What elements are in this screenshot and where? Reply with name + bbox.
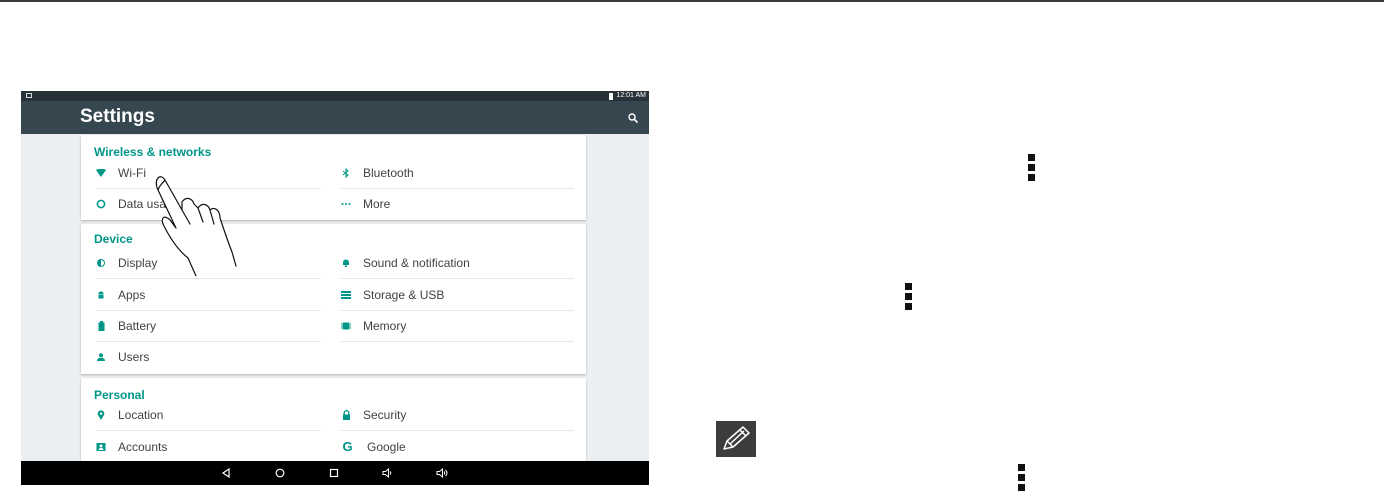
bluetooth-icon <box>341 168 351 178</box>
volume-down-icon[interactable] <box>381 466 395 480</box>
volume-up-icon[interactable] <box>435 466 449 480</box>
settings-item-label: Wi-Fi <box>118 166 146 180</box>
status-bar: 12:01 AM <box>21 91 649 101</box>
settings-item-wifi[interactable]: Wi-Fi <box>96 158 321 189</box>
more-dots-icon <box>341 199 351 209</box>
location-pin-icon <box>96 410 106 420</box>
back-icon[interactable] <box>219 466 233 480</box>
settings-item-data-usage[interactable]: Data usage <box>96 189 321 219</box>
bell-icon <box>341 258 351 268</box>
settings-item-label: Display <box>118 256 158 270</box>
settings-item-label: Apps <box>118 288 146 302</box>
person-icon <box>96 352 106 362</box>
screenshot-notification-icon <box>26 93 32 98</box>
settings-item-display[interactable]: Display <box>96 248 321 279</box>
settings-item-label: Location <box>118 408 164 422</box>
memory-chip-icon <box>341 321 351 331</box>
account-box-icon <box>96 442 106 452</box>
settings-item-label: Battery <box>118 319 157 333</box>
note-pencil-icon <box>716 421 756 457</box>
settings-item-location[interactable]: Location <box>96 400 321 431</box>
settings-item-label: More <box>363 197 391 211</box>
settings-item-battery[interactable]: Battery <box>96 311 321 342</box>
page-title: Settings <box>80 106 155 127</box>
battery-icon <box>96 321 106 331</box>
settings-item-apps[interactable]: Apps <box>96 280 321 311</box>
settings-item-users[interactable]: Users <box>96 342 321 372</box>
settings-item-label: Sound & notification <box>363 256 470 270</box>
settings-item-label: Accounts <box>118 440 168 454</box>
settings-item-google[interactable]: G Google <box>341 432 574 462</box>
settings-item-label: Google <box>367 440 406 454</box>
settings-item-label: Users <box>118 350 150 364</box>
lock-icon <box>341 410 351 420</box>
settings-item-memory[interactable]: Memory <box>341 311 574 342</box>
overflow-menu-icon <box>1028 154 1036 184</box>
status-time: 12:01 AM <box>616 92 646 99</box>
settings-item-bluetooth[interactable]: Bluetooth <box>341 158 574 189</box>
data-usage-icon <box>96 199 106 209</box>
battery-icon <box>609 92 614 100</box>
recents-icon[interactable] <box>327 466 341 480</box>
device-card: Device Display Sound & notification Apps… <box>81 224 586 374</box>
settings-item-storage[interactable]: Storage & USB <box>341 280 574 311</box>
settings-item-sound[interactable]: Sound & notification <box>341 248 574 279</box>
storage-icon <box>341 290 351 300</box>
top-rule <box>0 0 1384 2</box>
home-icon[interactable] <box>273 466 287 480</box>
section-title-wireless: Wireless & networks <box>94 145 212 159</box>
settings-item-label: Security <box>363 408 407 422</box>
settings-item-label: Memory <box>363 319 407 333</box>
overflow-menu-icon <box>1018 464 1026 494</box>
settings-item-more[interactable]: More <box>341 189 574 219</box>
app-bar: Settings <box>21 101 649 134</box>
settings-item-label: Bluetooth <box>363 166 414 180</box>
status-right: 12:01 AM <box>609 91 646 101</box>
settings-item-label: Data usage <box>118 197 180 211</box>
brightness-icon <box>96 258 106 268</box>
search-icon[interactable] <box>627 112 639 124</box>
settings-item-security[interactable]: Security <box>341 400 574 431</box>
tablet-screenshot: 12:01 AM Settings Wireless & networks Wi… <box>21 91 649 485</box>
settings-item-label: Storage & USB <box>363 288 445 302</box>
wifi-icon <box>96 168 106 178</box>
section-title-device: Device <box>94 232 133 246</box>
google-g-icon: G <box>342 439 353 454</box>
settings-item-accounts[interactable]: Accounts <box>96 432 321 462</box>
personal-card: Personal Location Security Accounts G Go… <box>81 378 586 463</box>
navigation-bar <box>21 461 649 485</box>
android-icon <box>96 290 106 300</box>
overflow-menu-icon <box>905 283 913 313</box>
wireless-networks-card: Wireless & networks Wi-Fi Bluetooth Data… <box>81 135 586 220</box>
